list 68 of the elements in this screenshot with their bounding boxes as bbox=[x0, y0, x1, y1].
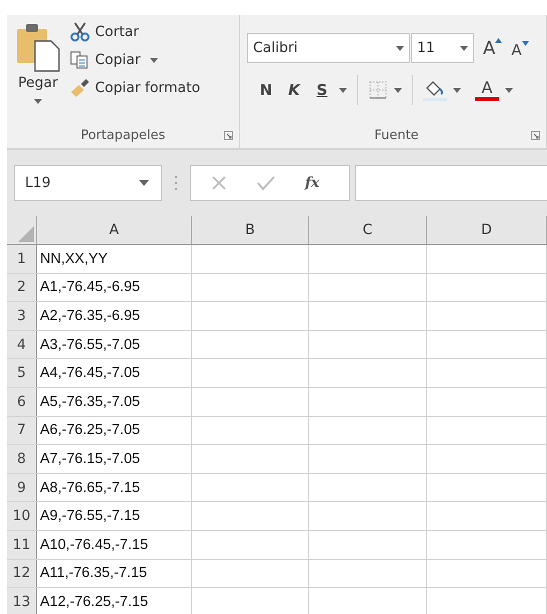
fill-bucket-icon[interactable] bbox=[423, 79, 447, 101]
caret-icon bbox=[139, 180, 149, 186]
cell-text: A10,-76.45,-7.15 bbox=[40, 536, 148, 553]
caret-icon bbox=[460, 46, 468, 50]
formula-input[interactable] bbox=[355, 165, 547, 201]
row-header[interactable]: 9 bbox=[7, 474, 37, 502]
column-header[interactable]: A bbox=[37, 216, 192, 244]
cell-text: A5,-76.35,-7.05 bbox=[40, 394, 140, 410]
underline-button[interactable]: S bbox=[311, 81, 333, 99]
font-color-button[interactable]: A bbox=[475, 79, 499, 101]
row-header[interactable]: 3 bbox=[7, 302, 37, 330]
triangle-icon bbox=[16, 224, 36, 244]
clipboard-button[interactable]: Copiar bbox=[69, 49, 140, 71]
scissors-icon bbox=[69, 22, 91, 42]
increase-font-button[interactable]: A bbox=[483, 38, 502, 58]
cell-text: A4,-76.45,-7.05 bbox=[40, 365, 140, 382]
cell-text: A8,-76.65,-7.15 bbox=[40, 480, 140, 496]
row-header[interactable]: 4 bbox=[7, 330, 37, 358]
dialog-launcher-icon[interactable] bbox=[224, 131, 233, 140]
row-header[interactable]: 2 bbox=[7, 274, 37, 302]
brush-icon bbox=[69, 78, 91, 98]
borders-icon[interactable] bbox=[368, 80, 388, 100]
row-header[interactable]: 5 bbox=[7, 359, 37, 387]
cell-text: A2,-76.35,-6.95 bbox=[40, 308, 140, 324]
checkmark-icon[interactable] bbox=[257, 175, 275, 191]
column-header[interactable]: C bbox=[309, 216, 427, 244]
grip-icon bbox=[174, 175, 178, 191]
cell-text: A3,-76.55,-7.05 bbox=[40, 336, 140, 353]
cell-text: A7,-76.15,-7.05 bbox=[40, 450, 140, 467]
caret-icon[interactable] bbox=[453, 88, 461, 92]
decrease-font-button[interactable]: A bbox=[511, 40, 529, 58]
font-name-dropdown[interactable]: Calibri bbox=[247, 33, 410, 63]
cell-text: A12,-76.25,-7.15 bbox=[40, 594, 148, 610]
clipboard-button[interactable]: Copiar formato bbox=[69, 77, 200, 99]
row-header[interactable]: 1 bbox=[7, 245, 37, 273]
caret-icon[interactable] bbox=[394, 88, 402, 92]
row-header[interactable]: 7 bbox=[7, 416, 37, 444]
italic-button[interactable]: K bbox=[283, 81, 305, 99]
paste-button[interactable]: Pegar bbox=[7, 21, 69, 122]
row-header[interactable]: 10 bbox=[7, 502, 37, 530]
cell-text: A9,-76.55,-7.15 bbox=[40, 508, 140, 524]
row-header[interactable]: 13 bbox=[7, 588, 37, 614]
row-header[interactable]: 6 bbox=[7, 388, 37, 416]
arrow-icon bbox=[495, 38, 502, 42]
arrow-icon bbox=[522, 40, 529, 46]
caret-icon bbox=[34, 99, 42, 104]
bold-button[interactable]: N bbox=[255, 81, 277, 99]
caret-icon bbox=[396, 46, 404, 50]
clipboard-button[interactable]: Cortar bbox=[69, 21, 139, 43]
caret-icon[interactable] bbox=[150, 58, 158, 62]
caret-icon[interactable] bbox=[339, 88, 347, 92]
insert-function-button[interactable]: fx bbox=[305, 175, 320, 191]
caret-icon[interactable] bbox=[505, 88, 513, 92]
row-header[interactable]: 11 bbox=[7, 530, 37, 559]
name-box[interactable]: L19 bbox=[14, 165, 162, 201]
font-size-dropdown[interactable]: 11 bbox=[411, 33, 474, 63]
column-header[interactable]: B bbox=[192, 216, 309, 244]
group-label: Fuente bbox=[374, 128, 419, 142]
row-header[interactable]: 8 bbox=[7, 445, 37, 473]
clipboard-icon bbox=[15, 21, 61, 73]
dialog-launcher-icon[interactable] bbox=[531, 131, 540, 140]
cell-text: A11,-76.35,-7.15 bbox=[40, 565, 147, 582]
column-header[interactable]: D bbox=[427, 216, 547, 244]
cell-text: A1,-76.45,-6.95 bbox=[40, 279, 140, 296]
row-header[interactable]: 12 bbox=[7, 560, 37, 588]
group-label: Portapapeles bbox=[80, 128, 166, 142]
cell-text: NN,XX,YY bbox=[40, 250, 108, 267]
cell-text: A6,-76.25,-7.05 bbox=[40, 422, 140, 438]
